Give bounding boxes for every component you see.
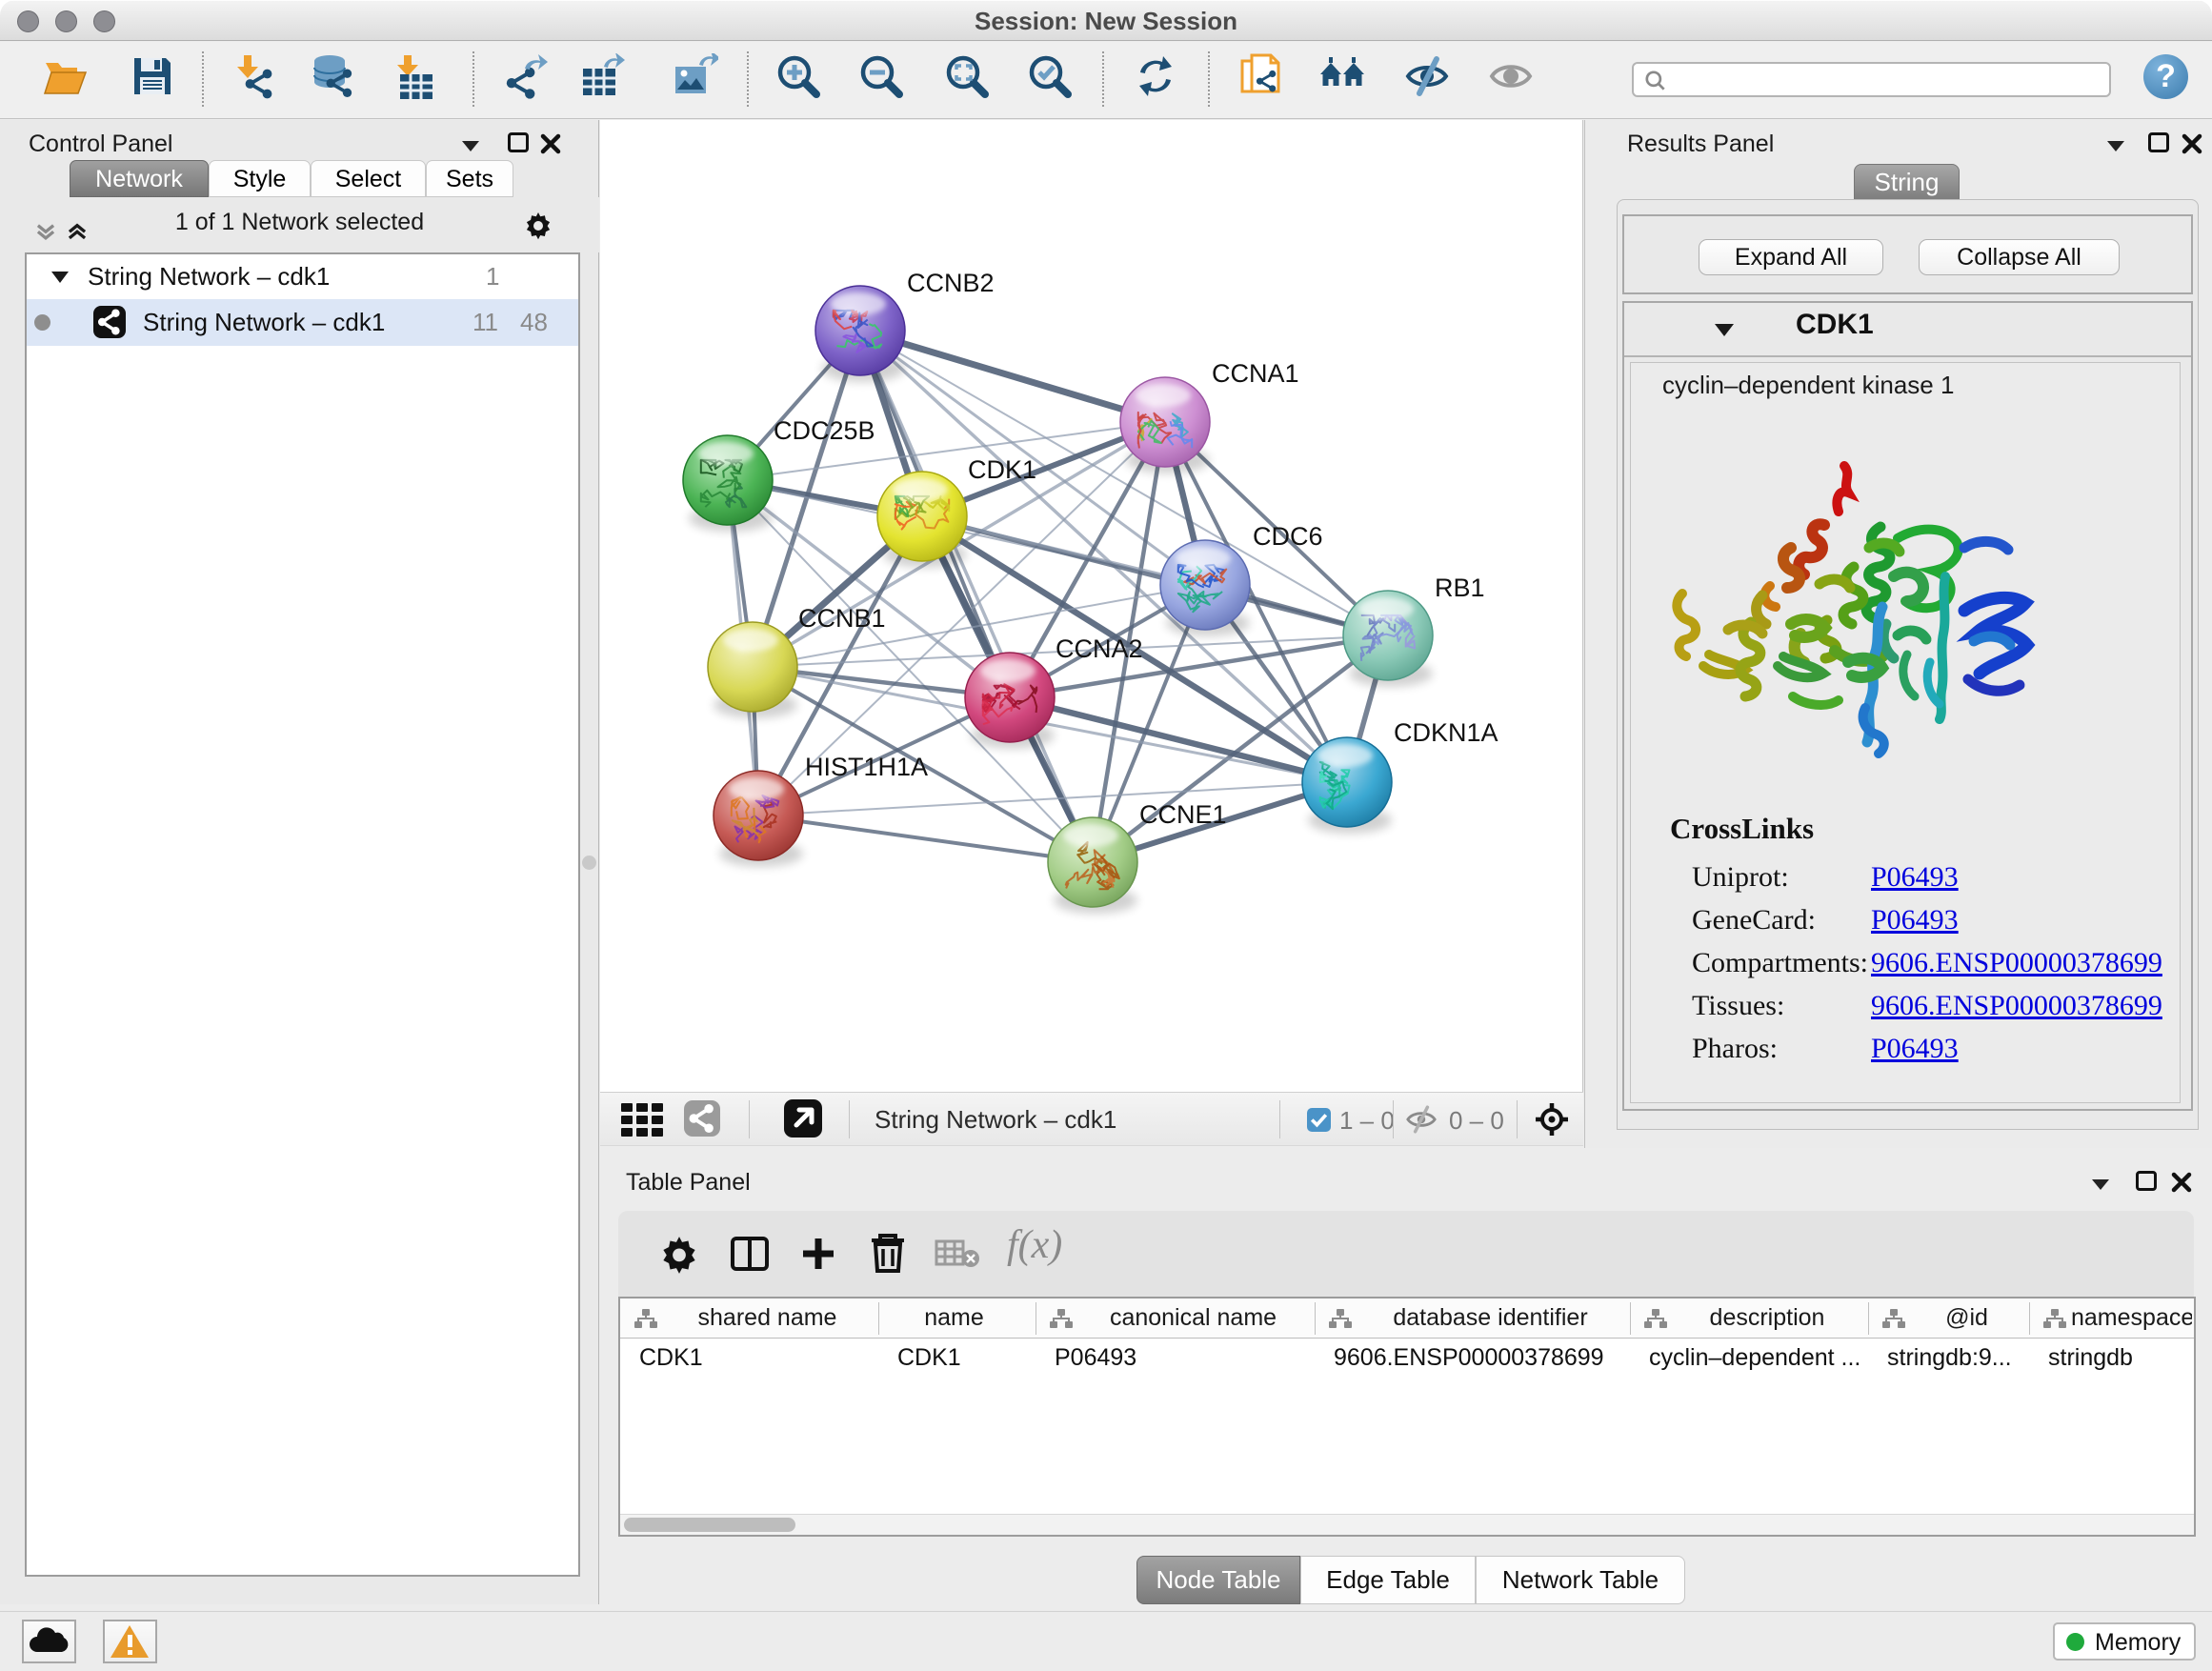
svg-text:HIST1H1A: HIST1H1A [805,753,928,781]
svg-text:RB1: RB1 [1435,574,1485,602]
svg-text:CCNB1: CCNB1 [798,604,886,633]
svg-text:CDC6: CDC6 [1253,522,1323,551]
svg-text:CDK1: CDK1 [968,455,1036,484]
svg-text:CCNE1: CCNE1 [1139,800,1227,829]
svg-text:CDKN1A: CDKN1A [1394,718,1498,747]
svg-text:CDC25B: CDC25B [774,416,875,445]
svg-text:CCNA2: CCNA2 [1056,634,1143,663]
svg-text:CCNA1: CCNA1 [1212,359,1299,388]
svg-text:CCNB2: CCNB2 [907,269,995,297]
